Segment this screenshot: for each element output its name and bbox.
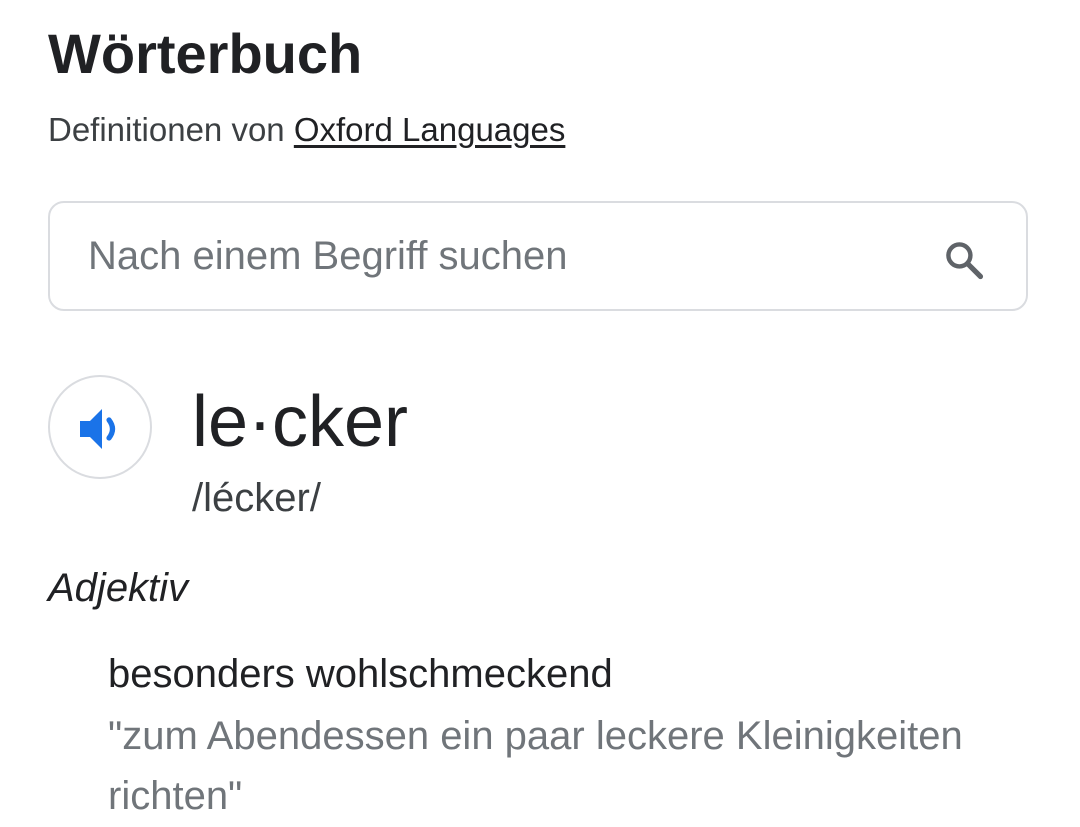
speaker-icon	[80, 409, 116, 449]
oxford-languages-link[interactable]: Oxford Languages	[294, 111, 566, 148]
headword: le·cker	[192, 382, 409, 462]
part-of-speech: Adjektiv	[48, 566, 189, 610]
example-sentence: "zum Abendessen ein paar leckere Kleinig…	[108, 714, 963, 818]
phonetic-spelling: /lécker/	[192, 476, 321, 520]
search-box	[48, 201, 1028, 311]
definition-text: besonders wohlschmeckend	[108, 652, 613, 696]
page-title: Wörterbuch	[48, 22, 363, 85]
search-input[interactable]	[88, 203, 908, 309]
search-icon[interactable]	[942, 238, 986, 282]
source-line: Definitionen von Oxford Languages	[48, 110, 565, 150]
pronunciation-audio-button[interactable]	[48, 375, 152, 479]
source-prefix: Definitionen von	[48, 111, 294, 148]
